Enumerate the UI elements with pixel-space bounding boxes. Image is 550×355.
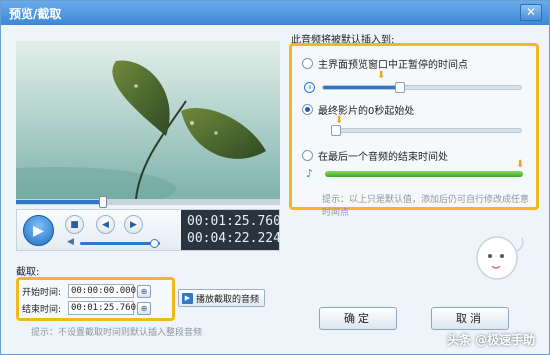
radio-current-paused[interactable]: [302, 58, 313, 69]
play-icon: ▶: [182, 292, 193, 304]
video-preview: [16, 41, 280, 199]
end-time-input[interactable]: 00:01:25.760: [68, 301, 136, 315]
start-time-track: [331, 125, 522, 136]
previous-button[interactable]: ◀: [96, 215, 115, 234]
next-button[interactable]: ▶: [124, 215, 143, 234]
seek-bar[interactable]: ⌄: [16, 196, 280, 214]
arrow-down-icon: ⬇: [516, 159, 525, 170]
end-time-label: 结束时间:: [22, 304, 62, 315]
start-time-label: 开始时间:: [22, 287, 62, 298]
music-note-icon: ♪: [306, 167, 314, 180]
last-audio-bar: [325, 171, 523, 177]
close-button[interactable]: ✕: [520, 4, 542, 21]
option-label: 主界面预览窗口中正暂停的时间点: [318, 60, 468, 71]
start-time-input[interactable]: 00:00:00.000: [68, 284, 136, 298]
insert-position-panel: 主界面预览窗口中正暂停的时间点 ⬇ ॥ 最终影片的0秒起始处 ⬇ 在最后一个音频…: [289, 43, 539, 218]
audio-preview-dialog: 预览/截取 ✕ ▶ ■ ◀ ▶ ◀ 00:01:25.760 00:04:22.…: [0, 0, 550, 355]
option-start[interactable]: 最终影片的0秒起始处: [302, 102, 414, 117]
play-cut-label: 播放截取的音频: [196, 294, 260, 305]
arrow-down-icon: ⬇: [377, 70, 386, 81]
cut-heading: 截取:: [16, 267, 40, 278]
video-frame-image: [16, 41, 280, 199]
time-display: 00:01:25.760 00:04:22.224: [181, 210, 281, 250]
volume-slider[interactable]: [80, 239, 160, 248]
option-end-of-last[interactable]: 在最后一个音频的结束时间处: [302, 148, 448, 163]
play-cut-button[interactable]: ▶ 播放截取的音频: [178, 289, 265, 307]
radio-start[interactable]: [302, 104, 313, 115]
set-start-icon[interactable]: ⊕: [137, 284, 151, 298]
option-current-paused[interactable]: 主界面预览窗口中正暂停的时间点: [302, 56, 468, 71]
total-time: 00:04:22.224: [187, 231, 281, 246]
paused-time-track: [322, 82, 522, 93]
seek-handle[interactable]: [99, 196, 108, 208]
paused-time-fill: [323, 86, 401, 89]
seek-progress: [16, 200, 104, 204]
set-end-icon[interactable]: ⊕: [137, 301, 151, 315]
watermark: 头条 @极速手助: [447, 333, 536, 347]
cancel-button[interactable]: 取消: [431, 307, 509, 330]
cut-hint: 提示：不设置截取时间则默认插入整段音频: [31, 328, 203, 338]
window-title: 预览/截取: [9, 7, 62, 21]
radio-end-of-last[interactable]: [302, 150, 313, 161]
cut-time-panel: 开始时间: 00:00:00.000 ⊕ 结束时间: 00:01:25.760 …: [16, 277, 175, 321]
insert-hint: 提示：以上只是默认值，添加后仍可自行修改成任意时间点: [322, 195, 530, 218]
stop-button[interactable]: ■: [65, 215, 84, 234]
option-label: 在最后一个音频的结束时间处: [318, 152, 448, 163]
mascot-icon: [476, 236, 524, 280]
option-label: 最终影片的0秒起始处: [318, 106, 415, 117]
volume-handle[interactable]: [150, 239, 160, 248]
end-time-row: 结束时间: 00:01:25.760 ⊕: [22, 301, 151, 315]
current-time: 00:01:25.760: [187, 214, 281, 229]
start-time-handle: [331, 125, 341, 136]
title-bar: 预览/截取 ✕: [1, 1, 549, 25]
volume-icon[interactable]: ◀: [67, 237, 74, 247]
play-button[interactable]: ▶: [23, 215, 54, 246]
player-controls: ▶ ■ ◀ ▶ ◀ 00:01:25.760 00:04:22.224: [16, 209, 281, 251]
start-time-row: 开始时间: 00:00:00.000 ⊕: [22, 284, 151, 298]
ok-button[interactable]: 确定: [319, 307, 397, 330]
paused-time-handle: [395, 82, 406, 93]
pause-icon[interactable]: ॥: [304, 82, 315, 93]
